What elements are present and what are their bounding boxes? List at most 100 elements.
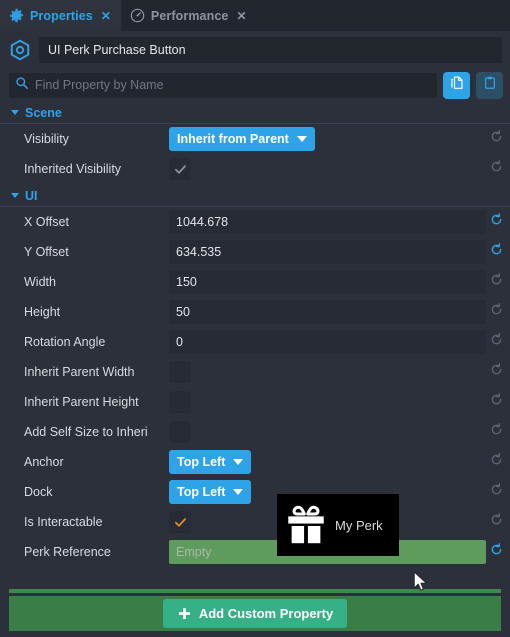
property-checkbox[interactable]: [169, 391, 191, 413]
property-control: 634.535: [169, 237, 486, 267]
reset-property-button[interactable]: [486, 130, 507, 148]
property-control: Top Left: [169, 447, 486, 477]
check-icon: [174, 163, 187, 176]
reset-property-button[interactable]: [486, 513, 507, 531]
copy-icon: [449, 75, 465, 96]
section-header-scene[interactable]: Scene: [0, 101, 510, 124]
property-control: [169, 357, 486, 387]
reset-arrow-icon: [490, 303, 503, 321]
tab-performance[interactable]: Performance ✕: [120, 0, 257, 31]
property-checkbox[interactable]: [169, 158, 191, 180]
reset-property-button[interactable]: [486, 363, 507, 381]
search-row: [0, 69, 510, 101]
property-row: Height 50: [0, 297, 510, 327]
property-dropdown[interactable]: Inherit from Parent: [169, 127, 315, 151]
property-row: Add Self Size to Inheri: [0, 417, 510, 447]
section-header-ui[interactable]: UI: [0, 184, 510, 207]
reset-property-button[interactable]: [486, 213, 507, 231]
tab-bar: Properties ✕ Performance ✕: [0, 0, 510, 31]
reset-property-button[interactable]: [486, 393, 507, 411]
property-value-field[interactable]: 50: [169, 300, 486, 324]
reset-arrow-icon: [490, 513, 503, 531]
custom-property-dropzone[interactable]: Add Custom Property: [9, 596, 501, 631]
property-row: Is Interactable: [0, 507, 510, 537]
reset-arrow-icon: [490, 333, 503, 351]
tab-properties-close-icon[interactable]: ✕: [101, 10, 111, 22]
property-value-field[interactable]: 150: [169, 270, 486, 294]
reset-property-button[interactable]: [486, 453, 507, 471]
property-value-field[interactable]: 0: [169, 330, 486, 354]
property-dropdown-value: Top Left: [177, 485, 226, 499]
property-row: Rotation Angle 0: [0, 327, 510, 357]
reset-property-button[interactable]: [486, 243, 507, 261]
reset-arrow-icon: [490, 213, 503, 231]
property-row: Y Offset 634.535: [0, 237, 510, 267]
property-control: [169, 154, 486, 184]
object-name-field[interactable]: UI Perk Purchase Button: [39, 37, 502, 63]
property-dropdown[interactable]: Top Left: [169, 480, 252, 504]
reset-arrow-icon: [490, 453, 503, 471]
property-row: Inherit Parent Height: [0, 387, 510, 417]
property-value: 1044.678: [176, 215, 229, 229]
chevron-down-icon: [233, 489, 244, 495]
property-label: Rotation Angle: [24, 335, 106, 349]
reset-property-button[interactable]: [486, 543, 507, 561]
property-label: Visibility: [24, 132, 69, 146]
reset-arrow-icon: [490, 393, 503, 411]
property-value-field[interactable]: Empty: [169, 540, 486, 564]
property-control: 150: [169, 267, 486, 297]
tab-properties[interactable]: Properties ✕: [0, 0, 121, 31]
reset-property-button[interactable]: [486, 423, 507, 441]
copy-button[interactable]: [443, 71, 470, 99]
property-row: X Offset 1044.678: [0, 207, 510, 237]
property-label: Inherit Parent Height: [24, 395, 139, 409]
property-label: Y Offset: [24, 245, 69, 259]
property-checkbox[interactable]: [169, 511, 191, 533]
tab-performance-label: Performance: [150, 8, 229, 23]
property-control: 0: [169, 327, 486, 357]
search-input[interactable]: [35, 78, 431, 92]
paste-button[interactable]: [476, 71, 503, 99]
property-label: Add Self Size to Inheri: [24, 425, 148, 439]
reset-property-button[interactable]: [486, 333, 507, 351]
property-dropdown-value: Top Left: [177, 455, 226, 469]
property-value: 150: [176, 275, 197, 289]
property-row: Visibility Inherit from Parent: [0, 124, 510, 154]
plus-icon: [177, 606, 192, 621]
reset-arrow-icon: [490, 483, 503, 501]
property-label: X Offset: [24, 215, 69, 229]
reset-arrow-icon: [490, 423, 503, 441]
add-custom-property-label: Add Custom Property: [198, 606, 334, 621]
property-row: Dock Top Left: [0, 477, 510, 507]
property-control: [169, 417, 486, 447]
property-checkbox[interactable]: [169, 421, 191, 443]
reset-arrow-icon: [490, 160, 503, 178]
reset-property-button[interactable]: [486, 483, 507, 501]
reset-arrow-icon: [490, 543, 503, 561]
property-value-field[interactable]: 1044.678: [169, 210, 486, 234]
property-list: Scene Visibility Inherit from Parent Inheri…: [0, 101, 510, 589]
reset-property-button[interactable]: [486, 303, 507, 321]
search-field[interactable]: [9, 72, 437, 98]
property-control: Empty: [169, 537, 486, 567]
reset-property-button[interactable]: [486, 273, 507, 291]
check-icon: [174, 516, 187, 529]
property-row: Anchor Top Left: [0, 447, 510, 477]
property-control: 50: [169, 297, 486, 327]
tab-performance-close-icon[interactable]: ✕: [236, 10, 246, 22]
chevron-down-icon: [233, 459, 244, 465]
property-value: 0: [176, 335, 183, 349]
property-checkbox[interactable]: [169, 361, 191, 383]
reset-arrow-icon: [490, 273, 503, 291]
property-label: Anchor: [24, 455, 64, 469]
property-value-field[interactable]: 634.535: [169, 240, 486, 264]
properties-panel: Properties ✕ Performance ✕ UI Perk Purch…: [0, 0, 510, 637]
chevron-down-icon: [11, 110, 19, 115]
add-custom-property-button[interactable]: Add Custom Property: [162, 599, 348, 628]
reset-arrow-icon: [490, 130, 503, 148]
reset-property-button[interactable]: [486, 160, 507, 178]
property-control: 1044.678: [169, 207, 486, 237]
property-dropdown[interactable]: Top Left: [169, 450, 252, 474]
property-value: Empty: [176, 545, 212, 559]
section-title: Scene: [25, 105, 62, 120]
